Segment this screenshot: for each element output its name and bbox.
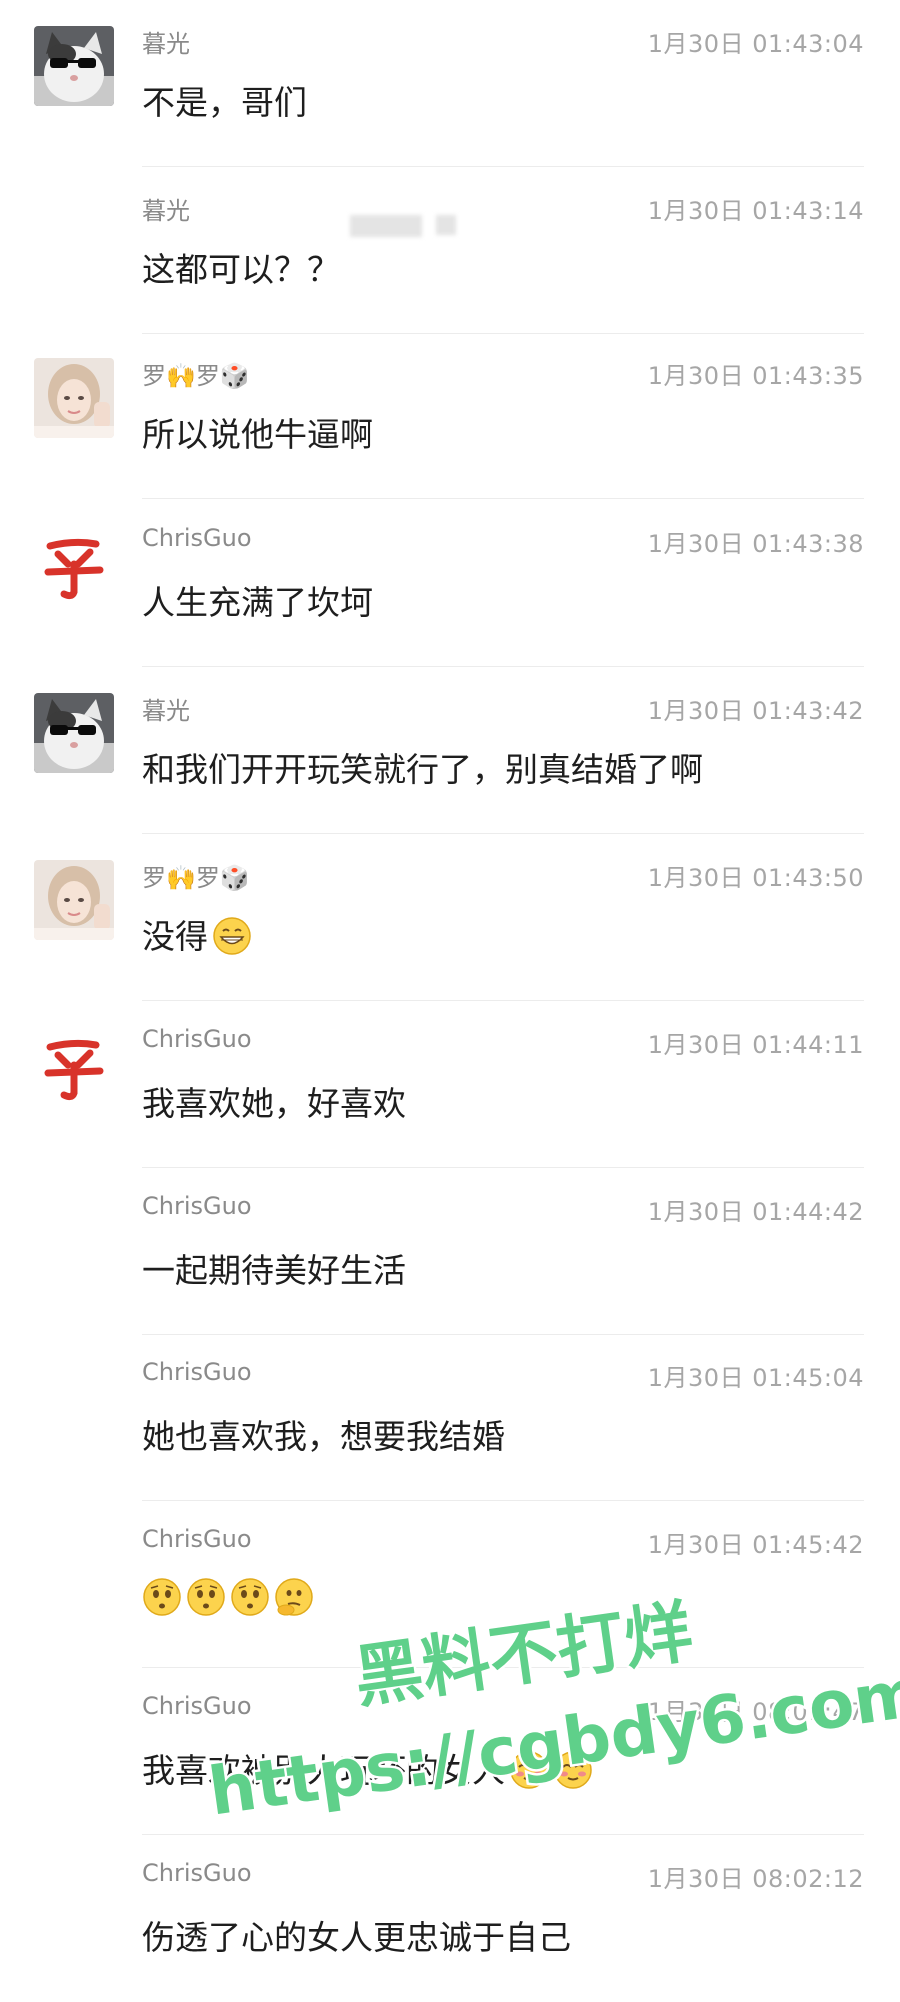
message-row: 暮光 1月30日 01:43:42 和我们开开玩笑就行了，别真结婚了啊: [0, 667, 900, 834]
message-text-content: 这都可以？？: [142, 250, 340, 289]
message-row: 罗🙌罗🎲 1月30日 01:43:35 所以说他牛逼啊: [0, 332, 900, 499]
cat-sunglasses-avatar[interactable]: [34, 693, 114, 773]
message-timestamp: 1月30日 01:44:11: [647, 1031, 864, 1059]
message-text: 人生充满了坎坷: [142, 576, 373, 624]
message-text: [142, 1577, 318, 1617]
message-row: ChrisGuo 1月30日 08:02:12 伤透了心的女人更忠诚于自己: [0, 1835, 900, 2002]
message-row: ChrisGuo 1月30日 01:44:42 一起期待美好生活: [0, 1168, 900, 1335]
message-timestamp: 1月30日 01:43:35: [647, 362, 864, 390]
message-text: 和我们开开玩笑就行了，别真结婚了啊: [142, 743, 703, 791]
worried-emoji-icon: [231, 1578, 269, 1616]
worried-emoji-icon: [143, 1578, 181, 1616]
emoji-group: [509, 1751, 597, 1790]
message-text: 我喜欢她，好喜欢: [142, 1077, 406, 1125]
message-timestamp: 1月30日 08:02:12: [647, 1865, 864, 1893]
message-text: 伤透了心的女人更忠诚于自己: [142, 1911, 571, 1959]
message-text-content: 不是，哥们: [142, 83, 307, 122]
sender-name[interactable]: ChrisGuo: [142, 1859, 252, 1887]
emoji-group: [142, 1578, 318, 1617]
emoji-group: [212, 917, 256, 956]
message-text-content: 和我们开开玩笑就行了，别真结婚了啊: [142, 750, 703, 789]
message-text-content: 所以说他牛逼啊: [142, 415, 373, 454]
message-timestamp: 1月30日 01:43:42: [647, 697, 864, 725]
divider: [142, 498, 864, 499]
sender-name[interactable]: ChrisGuo: [142, 1192, 252, 1220]
girl-avatar[interactable]: [34, 358, 114, 438]
sender-name[interactable]: 暮光: [142, 691, 190, 726]
message-text-content: 我喜欢被别人玩坏的女人: [142, 1751, 505, 1790]
red-glyph-avatar[interactable]: [34, 1027, 114, 1107]
message-row: 暮光 1月30日 01:43:04 不是，哥们: [0, 0, 900, 167]
message-text-content: 我喜欢她，好喜欢: [142, 1084, 406, 1123]
message-text-content: 人生充满了坎坷: [142, 583, 373, 622]
redaction-patch: [436, 215, 456, 235]
message-text-content: 一起期待美好生活: [142, 1251, 406, 1290]
shy-emoji-icon: [554, 1751, 592, 1789]
message-text-content: 她也喜欢我，想要我结婚: [142, 1417, 505, 1456]
message-text-content: 伤透了心的女人更忠诚于自己: [142, 1918, 571, 1957]
message-text: 她也喜欢我，想要我结婚: [142, 1410, 505, 1458]
message-row: ChrisGuo 1月30日 01:43:38 人生充满了坎坷: [0, 500, 900, 667]
grin-emoji-icon: [213, 917, 251, 955]
sender-name[interactable]: ChrisGuo: [142, 1358, 252, 1386]
message-text: 所以说他牛逼啊: [142, 408, 373, 456]
thinking-emoji-icon: [275, 1578, 313, 1616]
sender-name[interactable]: 罗🙌罗🎲: [142, 356, 250, 391]
message-timestamp: 1月30日 01:43:04: [647, 30, 864, 58]
cat-sunglasses-avatar[interactable]: [34, 26, 114, 106]
message-row: 暮光 1月30日 01:43:14 这都可以？？: [0, 167, 900, 334]
redaction-patch: [350, 215, 422, 237]
message-timestamp: 1月30日 01:43:50: [647, 864, 864, 892]
sender-name[interactable]: ChrisGuo: [142, 1025, 252, 1053]
message-text: 一起期待美好生活: [142, 1244, 406, 1292]
message-row: ChrisGuo 1月30日 08:01:47 我喜欢被别人玩坏的女人: [0, 1668, 900, 1835]
message-timestamp: 1月30日 01:44:42: [647, 1198, 864, 1226]
message-text: 不是，哥们: [142, 76, 307, 124]
message-row: ChrisGuo 1月30日 01:45:04 她也喜欢我，想要我结婚: [0, 1334, 900, 1501]
message-text: 没得: [142, 910, 256, 958]
shy-emoji-icon: [510, 1751, 548, 1789]
message-text-content: 没得: [142, 917, 208, 956]
sender-name[interactable]: ChrisGuo: [142, 1525, 252, 1553]
message-timestamp: 1月30日 01:45:04: [647, 1364, 864, 1392]
sender-name[interactable]: ChrisGuo: [142, 524, 252, 552]
message-row: ChrisGuo 1月30日 01:44:11 我喜欢她，好喜欢: [0, 1001, 900, 1168]
message-timestamp: 1月30日 08:01:47: [647, 1698, 864, 1726]
worried-emoji-icon: [187, 1578, 225, 1616]
sender-name[interactable]: 暮光: [142, 191, 190, 226]
girl-avatar[interactable]: [34, 860, 114, 940]
message-timestamp: 1月30日 01:43:14: [647, 197, 864, 225]
message-row: ChrisGuo 1月30日 01:45:42: [0, 1501, 900, 1668]
sender-name[interactable]: ChrisGuo: [142, 1692, 252, 1720]
message-text: 我喜欢被别人玩坏的女人: [142, 1744, 597, 1792]
sender-name[interactable]: 暮光: [142, 24, 190, 59]
sender-name[interactable]: 罗🙌罗🎲: [142, 858, 250, 893]
message-row: 罗🙌罗🎲 1月30日 01:43:50 没得: [0, 834, 900, 1001]
message-text: 这都可以？？: [142, 243, 340, 291]
red-glyph-avatar[interactable]: [34, 526, 114, 606]
message-timestamp: 1月30日 01:43:38: [647, 530, 864, 558]
message-timestamp: 1月30日 01:45:42: [647, 1531, 864, 1559]
